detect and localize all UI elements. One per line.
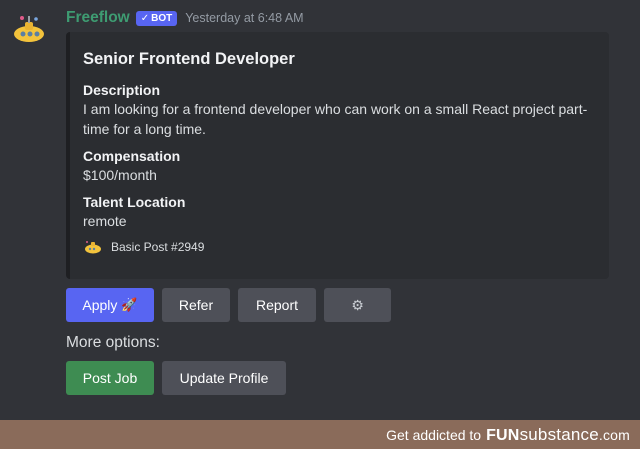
field-name-description: Description (83, 82, 161, 98)
submarine-icon (85, 241, 101, 254)
bot-tag: ✓ BOT (135, 10, 178, 26)
embed-footer: Basic Post #2949 (83, 239, 595, 255)
more-options-label: More options: (66, 334, 160, 351)
embed-footer-text: Basic Post #2949 (111, 240, 205, 254)
watermark-brand: FUNsubstance.com (486, 425, 630, 445)
refer-button[interactable]: Refer (162, 288, 230, 322)
submarine-icon (14, 16, 44, 42)
field-value-compensation: $100/month (83, 167, 157, 183)
timestamp: Yesterday at 6:48 AM (185, 11, 304, 25)
post-job-button-label: Post Job (82, 370, 138, 386)
job-embed: Senior Frontend Developer Description I … (66, 32, 609, 279)
field-name-compensation: Compensation (83, 148, 181, 164)
update-profile-button-label: Update Profile (179, 370, 269, 386)
watermark-bar: Get addicted to FUNsubstance.com (0, 420, 640, 449)
refer-button-label: Refer (178, 297, 214, 313)
field-name-location: Talent Location (83, 194, 186, 210)
more-options-buttons: Post Job Update Profile (66, 361, 286, 395)
message-header: Freeflow ✓ BOT Yesterday at 6:48 AM (66, 8, 304, 28)
username[interactable]: Freeflow (66, 9, 130, 27)
report-button-label: Report (255, 297, 299, 313)
field-value-location: remote (83, 213, 127, 229)
watermark-brand-suffix: .com (598, 426, 630, 443)
rocket-icon: 🚀 (121, 297, 138, 312)
bot-avatar[interactable] (10, 10, 48, 48)
action-buttons: Apply 🚀 Refer Report ⚙ (66, 288, 391, 322)
field-value-description: I am looking for a frontend developer wh… (83, 101, 588, 137)
report-button[interactable]: Report (238, 288, 316, 322)
bot-tag-label: BOT (151, 12, 173, 24)
watermark-brand-fun: FUN (486, 426, 520, 444)
post-job-button[interactable]: Post Job (66, 361, 154, 395)
apply-button-label: Apply (82, 297, 118, 313)
update-profile-button[interactable]: Update Profile (162, 361, 286, 395)
settings-button[interactable]: ⚙ (324, 288, 391, 322)
watermark-text: Get addicted to (386, 426, 482, 443)
watermark-brand-rest: substance (519, 424, 599, 444)
apply-button[interactable]: Apply 🚀 (66, 288, 154, 322)
gear-icon: ⚙ (351, 296, 364, 313)
check-icon: ✓ (140, 12, 150, 24)
embed-title: Senior Frontend Developer (83, 50, 295, 68)
